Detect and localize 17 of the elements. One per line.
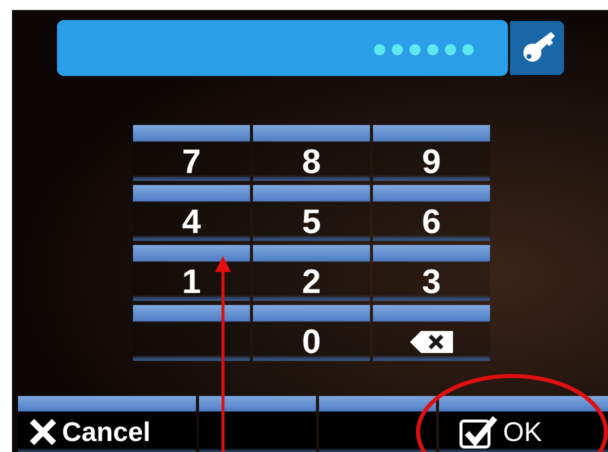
backspace-icon	[408, 330, 454, 354]
digit-key[interactable]: 7	[133, 125, 250, 181]
digit-key[interactable]: 3	[373, 245, 490, 301]
backspace-key[interactable]	[373, 305, 490, 361]
digit-key[interactable]: 2	[253, 245, 370, 301]
cancel-button[interactable]: Cancel	[18, 396, 196, 452]
digit-key[interactable]: 8	[253, 125, 370, 181]
checkbox-icon	[459, 415, 499, 449]
digit-key[interactable]: 1	[133, 245, 250, 301]
digit-key[interactable]: 6	[373, 185, 490, 241]
digit-key[interactable]: 0	[253, 305, 370, 361]
digit-key[interactable]: 4	[133, 185, 250, 241]
digit-key[interactable]: 9	[373, 125, 490, 181]
ok-button[interactable]: OK	[439, 396, 608, 452]
close-icon	[28, 417, 58, 447]
key-icon	[510, 21, 564, 75]
digit-key[interactable]: 5	[253, 185, 370, 241]
